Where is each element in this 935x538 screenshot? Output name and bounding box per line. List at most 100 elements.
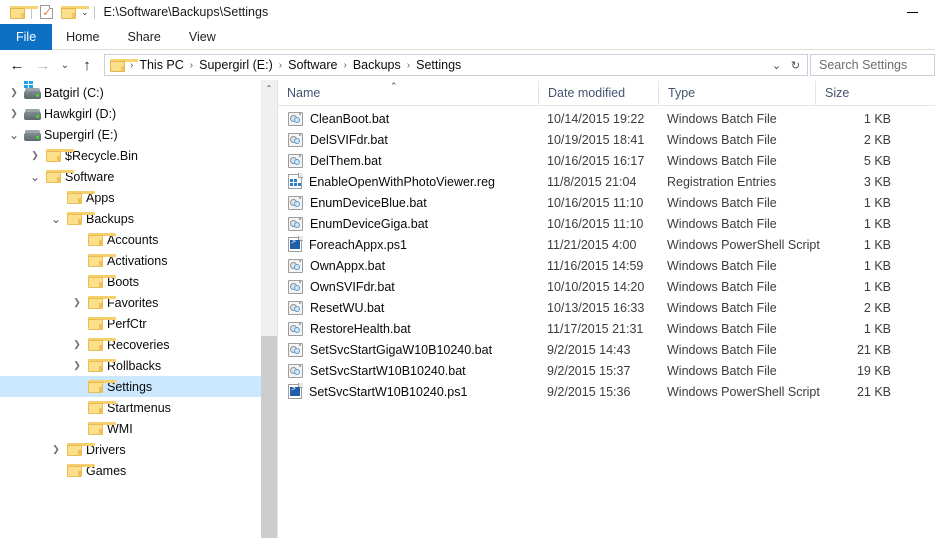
column-header-type[interactable]: Type bbox=[658, 81, 815, 105]
table-row[interactable]: OwnSVIFdr.bat 10/10/2015 14:20 Windows Bat… bbox=[278, 276, 935, 297]
table-row[interactable]: EnumDeviceGiga.bat 10/16/2015 11:10 Window… bbox=[278, 213, 935, 234]
tab-view[interactable]: View bbox=[175, 24, 230, 50]
new-folder-icon[interactable] bbox=[57, 2, 89, 22]
table-row[interactable]: RestoreHealth.bat 11/17/2015 21:31 Windows… bbox=[278, 318, 935, 339]
refresh-icon[interactable]: ↻ bbox=[786, 55, 805, 75]
table-row[interactable]: SetSvcStartW10B10240.bat 9/2/2015 15:37 Wi… bbox=[278, 360, 935, 381]
scrollbar-thumb[interactable] bbox=[261, 336, 277, 538]
chevron-right-icon[interactable]: ❯ bbox=[27, 145, 43, 166]
sidebar-item-apps[interactable]: Apps bbox=[0, 187, 277, 208]
sidebar-item-recoveries[interactable]: ❯ Recoveries bbox=[0, 334, 277, 355]
breadcrumb-item-backups[interactable]: Backups bbox=[350, 58, 404, 72]
table-row[interactable]: CleanBoot.bat 10/14/2015 19:22 Windows Bat… bbox=[278, 108, 935, 129]
file-type-cell: Windows Batch File bbox=[667, 279, 777, 294]
breadcrumb-separator[interactable]: › bbox=[187, 60, 196, 71]
scroll-up-icon[interactable]: ⌃ bbox=[261, 80, 277, 97]
bat-file-icon bbox=[288, 363, 303, 378]
sidebar-item-perfctr[interactable]: PerfCtr bbox=[0, 313, 277, 334]
sidebar-item-rollbacks[interactable]: ❯ Rollbacks bbox=[0, 355, 277, 376]
bat-file-icon bbox=[288, 132, 303, 147]
tab-file[interactable]: File bbox=[0, 24, 53, 50]
properties-checkmark-icon[interactable]: ✓ bbox=[35, 2, 57, 22]
sidebar-item-backups[interactable]: ⌄ Backups bbox=[0, 208, 277, 229]
address-bar: ← → ⌄ ↑ › This PC › Supergirl (E:) › Sof… bbox=[0, 50, 935, 80]
ps1-file-icon bbox=[288, 383, 303, 399]
search-placeholder: Search Settings bbox=[819, 58, 908, 72]
chevron-right-icon[interactable]: ❯ bbox=[48, 439, 64, 460]
chevron-down-icon[interactable]: ⌄ bbox=[48, 208, 64, 229]
file-type-cell: Windows Batch File bbox=[667, 321, 777, 336]
table-row[interactable]: ResetWU.bat 10/13/2015 16:33 Windows Batch… bbox=[278, 297, 935, 318]
file-name-label: OwnSVIFdr.bat bbox=[310, 279, 395, 294]
tab-share[interactable]: Share bbox=[114, 24, 175, 50]
sidebar-item-batgirl-c[interactable]: ❯ Batgirl (C:) bbox=[0, 81, 277, 103]
file-size-cell: 2 KB bbox=[863, 300, 891, 315]
sidebar-item-accounts[interactable]: Accounts bbox=[0, 229, 277, 250]
table-row[interactable]: OwnAppx.bat 11/16/2015 14:59 Windows Batch… bbox=[278, 255, 935, 276]
navigation-pane: ❯ Batgirl (C:) ❯ Hawkgirl (D:) ⌄ Supergirl (E… bbox=[0, 80, 278, 538]
sidebar-item-boots[interactable]: Boots bbox=[0, 271, 277, 292]
forward-button[interactable]: → bbox=[30, 52, 56, 78]
chevron-down-icon[interactable]: ⌄ bbox=[6, 124, 22, 145]
chevron-right-icon[interactable]: ❯ bbox=[69, 292, 85, 313]
breadcrumb-bar[interactable]: › This PC › Supergirl (E:) › Software › … bbox=[104, 54, 808, 76]
sidebar-item-hawkgirl-d[interactable]: ❯ Hawkgirl (D:) bbox=[0, 103, 277, 124]
sidebar-item-startmenus[interactable]: Startmenus bbox=[0, 397, 277, 418]
breadcrumb-item-settings[interactable]: Settings bbox=[413, 58, 464, 72]
table-row[interactable]: DelThem.bat 10/16/2015 16:17 Windows Batch… bbox=[278, 150, 935, 171]
table-row[interactable]: EnumDeviceBlue.bat 10/16/2015 11:10 Window… bbox=[278, 192, 935, 213]
file-date-cell: 10/13/2015 16:33 bbox=[547, 300, 645, 315]
breadcrumb-item-this-pc[interactable]: This PC bbox=[136, 58, 186, 72]
search-input[interactable]: Search Settings bbox=[810, 54, 935, 76]
sidebar-item-activations[interactable]: Activations bbox=[0, 250, 277, 271]
file-name-label: DelThem.bat bbox=[310, 153, 382, 168]
breadcrumb-item-software[interactable]: Software bbox=[285, 58, 340, 72]
table-row[interactable]: SetSvcStartGigaW10B10240.bat 9/2/2015 14:… bbox=[278, 339, 935, 360]
sidebar-item-games[interactable]: Games bbox=[0, 460, 277, 481]
folder-icon[interactable] bbox=[6, 2, 38, 22]
file-name-cell: EnumDeviceGiga.bat bbox=[278, 216, 538, 231]
table-row[interactable]: EnableOpenWithPhotoViewer.reg 11/8/2015 2… bbox=[278, 171, 935, 192]
chevron-right-icon[interactable]: ❯ bbox=[69, 334, 85, 355]
sidebar-item-settings[interactable]: Settings bbox=[0, 376, 277, 397]
minimize-button[interactable] bbox=[889, 0, 935, 24]
chevron-down-icon[interactable]: ⌄ bbox=[767, 55, 786, 75]
breadcrumb-separator[interactable]: › bbox=[404, 60, 413, 71]
back-button[interactable]: ← bbox=[4, 52, 30, 78]
folder-icon bbox=[85, 317, 116, 330]
ps1-file-icon bbox=[288, 236, 303, 252]
sidebar-item-favorites[interactable]: ❯ Favorites bbox=[0, 292, 277, 313]
chevron-down-icon[interactable]: ⌄ bbox=[27, 166, 43, 187]
customize-qat-icon[interactable]: ⌄ bbox=[79, 7, 91, 17]
chevron-right-icon[interactable]: ❯ bbox=[69, 355, 85, 376]
folder-tree: ❯ Batgirl (C:) ❯ Hawkgirl (D:) ⌄ Supergirl (E… bbox=[0, 80, 277, 481]
column-header-name[interactable]: Name ⌃ bbox=[278, 81, 538, 105]
sidebar-item-supergirl-e[interactable]: ⌄ Supergirl (E:) bbox=[0, 124, 277, 145]
up-button[interactable]: ↑ bbox=[74, 52, 100, 78]
file-date-cell: 10/14/2015 19:22 bbox=[547, 111, 645, 126]
chevron-right-icon[interactable]: ❯ bbox=[6, 103, 22, 124]
chevron-right-icon[interactable]: ❯ bbox=[6, 82, 22, 103]
file-date-cell: 10/10/2015 14:20 bbox=[547, 279, 645, 294]
sidebar-item-recycle-bin[interactable]: ❯ $Recycle.Bin bbox=[0, 145, 277, 166]
table-row[interactable]: ForeachAppx.ps1 11/21/2015 4:00 Windows Po… bbox=[278, 234, 935, 255]
column-header-date-modified[interactable]: Date modified bbox=[538, 81, 658, 105]
file-type-cell: Windows Batch File bbox=[667, 300, 777, 315]
file-size-cell: 21 KB bbox=[856, 384, 891, 399]
quick-access-toolbar: ✓ ⌄ bbox=[0, 2, 98, 22]
sidebar-item-software[interactable]: ⌄ Software bbox=[0, 166, 277, 187]
sidebar-item-wmi[interactable]: WMI bbox=[0, 418, 277, 439]
breadcrumb-item-supergirl-e[interactable]: Supergirl (E:) bbox=[196, 58, 276, 72]
navigation-pane-scrollbar[interactable]: ⌃ bbox=[261, 80, 277, 538]
sidebar-item-drivers[interactable]: ❯ Drivers bbox=[0, 439, 277, 460]
drive-icon bbox=[22, 107, 42, 120]
recent-locations-button[interactable]: ⌄ bbox=[56, 52, 74, 78]
table-row[interactable]: SetSvcStartW10B10240.ps1 9/2/2015 15:36 Wi… bbox=[278, 381, 935, 402]
breadcrumb-separator[interactable]: › bbox=[276, 60, 285, 71]
breadcrumb-separator[interactable]: › bbox=[340, 60, 349, 71]
column-header-size[interactable]: Size bbox=[815, 81, 905, 105]
tab-home[interactable]: Home bbox=[52, 24, 113, 50]
table-row[interactable]: DelSVIFdr.bat 10/19/2015 18:41 Windows Bat… bbox=[278, 129, 935, 150]
